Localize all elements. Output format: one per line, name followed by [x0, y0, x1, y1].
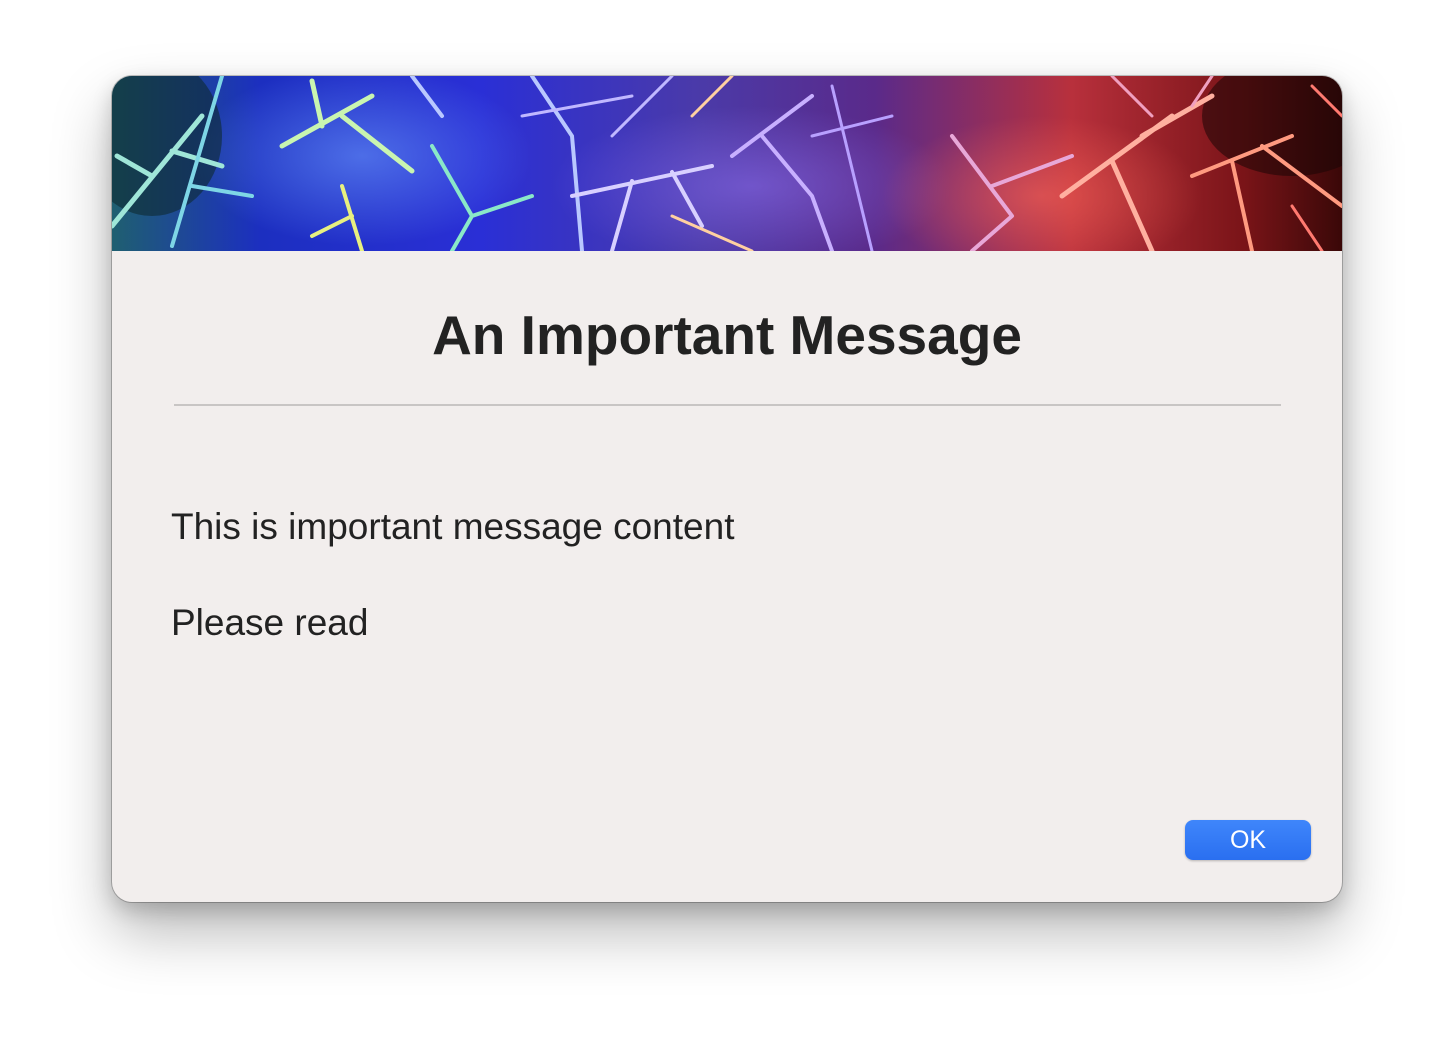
message-line-2: Please read	[171, 602, 369, 643]
ok-button[interactable]: OK	[1185, 820, 1311, 860]
message-line-1: This is important message content	[171, 506, 735, 547]
dialog-title: An Important Message	[432, 304, 1022, 366]
alert-dialog: An Important Message This is important m…	[112, 76, 1342, 902]
banner-image	[112, 76, 1342, 251]
title-divider	[174, 404, 1281, 406]
